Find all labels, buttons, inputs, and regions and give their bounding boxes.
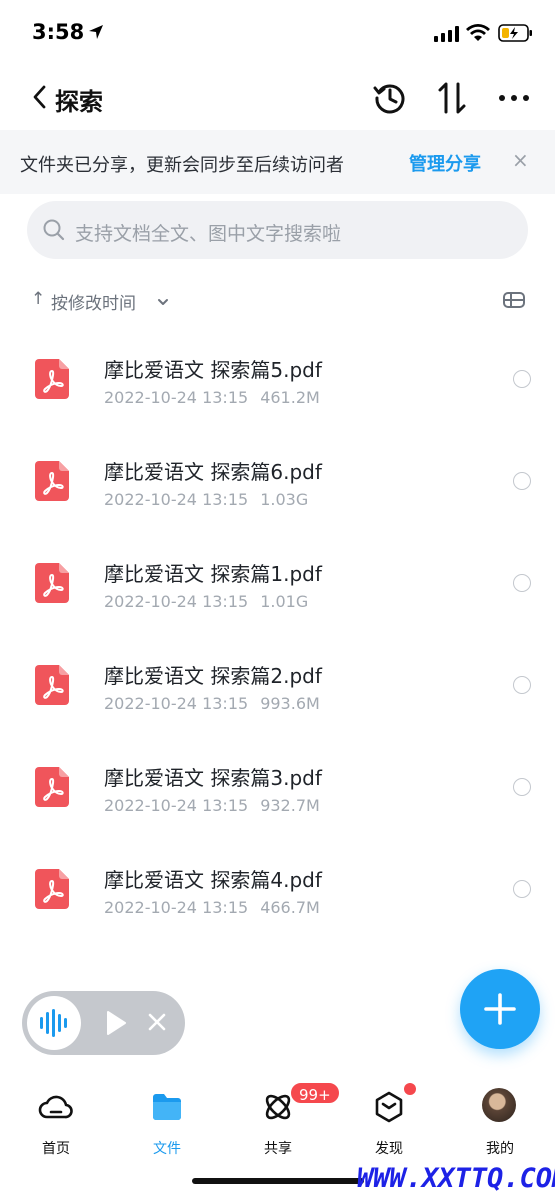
- file-meta: 2022-10-24 13:15 1.03G: [104, 490, 308, 509]
- file-name: 摩比爱语文 探索篇2.pdf: [104, 664, 322, 688]
- file-name: 摩比爱语文 探索篇3.pdf: [104, 766, 322, 790]
- back-button[interactable]: [28, 82, 52, 112]
- file-row[interactable]: 摩比爱语文 探索篇5.pdf 2022-10-24 13:15 461.2M: [0, 328, 555, 430]
- file-meta: 2022-10-24 13:15 461.2M: [104, 388, 320, 407]
- select-checkbox[interactable]: [513, 370, 531, 388]
- sort-icon[interactable]: [434, 80, 470, 116]
- pdf-icon: [35, 563, 69, 603]
- file-date: 2022-10-24 13:15: [104, 490, 249, 509]
- audio-wave-icon[interactable]: [27, 996, 81, 1050]
- tab-label: 首页: [42, 1141, 70, 1157]
- tab-me[interactable]: 我的: [465, 1085, 535, 1157]
- view-toggle-icon[interactable]: [502, 290, 526, 314]
- tab-discover[interactable]: 发现: [354, 1085, 424, 1157]
- cellular-signal-icon: [434, 26, 460, 46]
- close-icon[interactable]: [145, 1010, 169, 1038]
- file-date: 2022-10-24 13:15: [104, 796, 249, 815]
- file-name: 摩比爱语文 探索篇6.pdf: [104, 460, 322, 484]
- file-meta: 2022-10-24 13:15 993.6M: [104, 694, 320, 713]
- add-button[interactable]: [460, 969, 540, 1049]
- home-indicator: [192, 1178, 364, 1184]
- status-time: 3:58: [32, 20, 85, 44]
- file-row[interactable]: 摩比爱语文 探索篇2.pdf 2022-10-24 13:15 993.6M: [0, 634, 555, 736]
- status-bar: 3:58: [0, 0, 555, 66]
- file-meta: 2022-10-24 13:15 466.7M: [104, 898, 320, 917]
- bottom-tab-bar: 首页 文件 共享 发现 我的: [0, 1075, 555, 1165]
- file-size: 461.2M: [260, 388, 320, 407]
- nav-bar: 探索: [0, 66, 555, 130]
- file-row[interactable]: 摩比爱语文 探索篇6.pdf 2022-10-24 13:15 1.03G: [0, 430, 555, 532]
- history-icon[interactable]: [372, 80, 408, 116]
- file-date: 2022-10-24 13:15: [104, 592, 249, 611]
- tab-label: 共享: [264, 1141, 292, 1157]
- pdf-icon: [35, 869, 69, 909]
- file-name: 摩比爱语文 探索篇5.pdf: [104, 358, 322, 382]
- file-row[interactable]: 摩比爱语文 探索篇4.pdf 2022-10-24 13:15 466.7M: [0, 838, 555, 940]
- file-size: 932.7M: [260, 796, 320, 815]
- file-size: 1.03G: [260, 490, 309, 509]
- select-checkbox[interactable]: [513, 676, 531, 694]
- watermark: WWW.XXTTQ.COM: [357, 1163, 555, 1194]
- discover-notification-dot: [404, 1083, 416, 1095]
- tab-files[interactable]: 文件: [132, 1085, 202, 1157]
- file-size: 993.6M: [260, 694, 320, 713]
- file-list: 摩比爱语文 探索篇5.pdf 2022-10-24 13:15 461.2M 摩比…: [0, 328, 555, 940]
- share-banner-text: 文件夹已分享，更新会同步至后续访问者: [20, 155, 344, 176]
- file-name: 摩比爱语文 探索篇1.pdf: [104, 562, 322, 586]
- avatar: [482, 1088, 516, 1122]
- share-badge: 99+: [289, 1081, 341, 1105]
- tab-home[interactable]: 首页: [21, 1085, 91, 1157]
- more-icon[interactable]: [494, 80, 534, 116]
- close-banner-button[interactable]: ×: [512, 148, 529, 172]
- select-checkbox[interactable]: [513, 574, 531, 592]
- cloud-icon: [38, 1089, 74, 1125]
- file-size: 466.7M: [260, 898, 320, 917]
- search-input[interactable]: 支持文档全文、图中文字搜索啦: [27, 201, 528, 259]
- file-date: 2022-10-24 13:15: [104, 388, 249, 407]
- location-arrow-icon: [88, 24, 104, 44]
- select-checkbox[interactable]: [513, 472, 531, 490]
- file-size: 1.01G: [260, 592, 309, 611]
- play-icon[interactable]: [104, 1009, 128, 1041]
- sort-dropdown[interactable]: 按修改时间: [51, 289, 136, 314]
- pdf-icon: [35, 767, 69, 807]
- manage-share-link[interactable]: 管理分享: [409, 150, 481, 176]
- folder-icon: [149, 1089, 185, 1125]
- battery-charging-icon: [498, 23, 534, 47]
- file-meta: 2022-10-24 13:15 932.7M: [104, 796, 320, 815]
- audio-player[interactable]: [22, 991, 185, 1055]
- sort-direction-arrow[interactable]: ↑: [31, 289, 45, 309]
- wifi-icon: [466, 23, 490, 47]
- pdf-icon: [35, 461, 69, 501]
- file-row[interactable]: 摩比爱语文 探索篇1.pdf 2022-10-24 13:15 1.01G: [0, 532, 555, 634]
- search-placeholder: 支持文档全文、图中文字搜索啦: [75, 223, 342, 245]
- chevron-down-icon[interactable]: [157, 292, 169, 311]
- file-date: 2022-10-24 13:15: [104, 694, 249, 713]
- tab-label: 文件: [153, 1141, 181, 1157]
- select-checkbox[interactable]: [513, 880, 531, 898]
- share-banner: 文件夹已分享，更新会同步至后续访问者 管理分享 ×: [0, 130, 555, 194]
- file-meta: 2022-10-24 13:15 1.01G: [104, 592, 308, 611]
- sort-row: ↑ 按修改时间: [0, 280, 555, 320]
- page-title: 探索: [55, 88, 103, 116]
- file-name: 摩比爱语文 探索篇4.pdf: [104, 868, 322, 892]
- cube-icon: [371, 1089, 407, 1125]
- pdf-icon: [35, 665, 69, 705]
- select-checkbox[interactable]: [513, 778, 531, 796]
- file-date: 2022-10-24 13:15: [104, 898, 249, 917]
- file-row[interactable]: 摩比爱语文 探索篇3.pdf 2022-10-24 13:15 932.7M: [0, 736, 555, 838]
- tab-label: 发现: [375, 1141, 403, 1157]
- tab-label: 我的: [486, 1141, 514, 1157]
- search-icon: [43, 219, 65, 245]
- pdf-icon: [35, 359, 69, 399]
